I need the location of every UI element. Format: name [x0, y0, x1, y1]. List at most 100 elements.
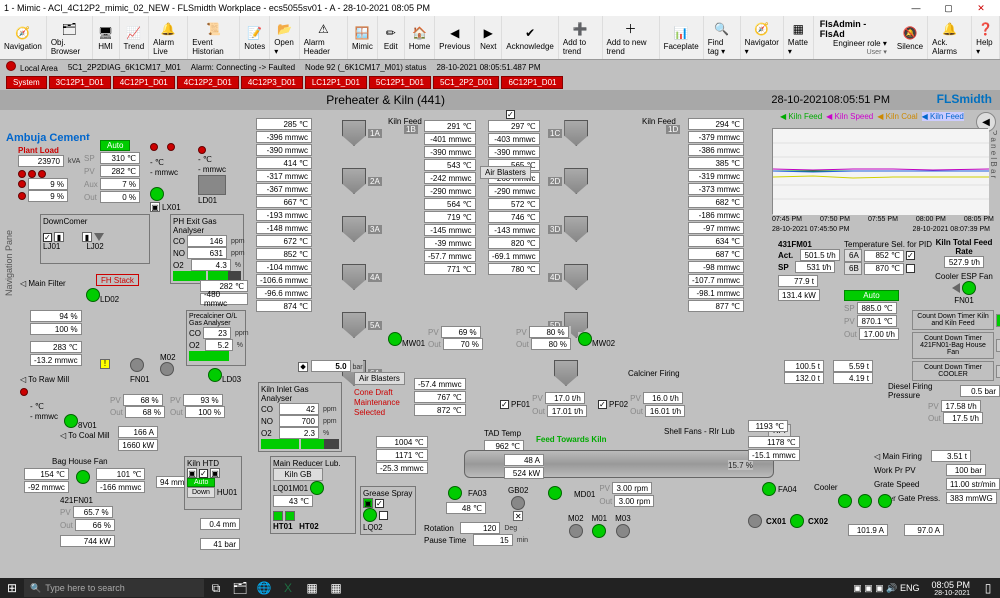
fa03-icon[interactable]: [448, 486, 462, 500]
clock[interactable]: 08:05 PM28-10-2021: [925, 580, 976, 597]
sa-sp[interactable]: 310 ℃: [100, 152, 140, 164]
toolbar-next[interactable]: ▶Next: [475, 16, 502, 59]
to-coal-mill[interactable]: ◁ To Coal Mill: [60, 431, 110, 440]
tab-4c12p3_d01[interactable]: 4C12P3_D01: [241, 76, 303, 89]
toolbar-faceplate[interactable]: 📊Faceplate: [660, 16, 704, 59]
bv01-fan-icon[interactable]: [64, 414, 78, 428]
toolbar-silence[interactable]: 🔕Silence: [893, 16, 928, 59]
toolbar-alarmhdr[interactable]: ⚠Alarm Header: [300, 16, 348, 59]
toolbar-ack[interactable]: ✔Acknowledge: [502, 16, 559, 59]
toolbar-hmi[interactable]: 🖥HMI: [93, 16, 120, 59]
tab-lc12p1_d01[interactable]: LC12P1_D01: [305, 76, 367, 89]
pid-6a[interactable]: 6A: [844, 249, 862, 262]
toolbar-ackalm[interactable]: 🔔Ack. Alarms: [928, 16, 972, 59]
mw01-icon[interactable]: [388, 332, 402, 346]
app-icon[interactable]: ▦: [300, 581, 324, 595]
task-view-icon[interactable]: ⧉: [204, 581, 228, 596]
toolbar-trend[interactable]: 📈Trend: [120, 16, 150, 59]
alarm-node: Node 92 (_6K1CM17_M01) status: [305, 63, 426, 72]
mw02-icon[interactable]: [578, 332, 592, 346]
trend-graph[interactable]: [772, 128, 988, 214]
toolbar-nav2[interactable]: 🧭Navigator ▾: [741, 16, 784, 59]
toolbar-alarmlive[interactable]: 🔔Alarm Live: [149, 16, 188, 59]
tab-5c1_2p2_d01[interactable]: 5C1_2P2_D01: [433, 76, 499, 89]
toolbar-mimic[interactable]: 🪟Mimic: [348, 16, 378, 59]
faceplate-icon: 📊: [672, 24, 690, 42]
toolbar-notes[interactable]: 📝Notes: [240, 16, 270, 59]
m02-icon[interactable]: [160, 362, 174, 376]
start-button[interactable]: ⊞: [0, 581, 24, 595]
sa-pv: 282 ℃: [100, 165, 140, 177]
esp-auto[interactable]: Auto: [844, 290, 899, 301]
toolbar-findtag[interactable]: 🔍Find tag ▾: [704, 16, 741, 59]
cdt-cooler-btn[interactable]: C: [996, 365, 1000, 378]
edge-icon[interactable]: 🌐: [252, 581, 276, 595]
window-controls: — ▢ ✕: [901, 3, 996, 14]
user-sub[interactable]: User ▾: [867, 48, 887, 56]
main-filter-label[interactable]: ◁ Main Filter: [20, 279, 66, 288]
excel-icon[interactable]: X: [276, 581, 300, 595]
edit-icon: ✏: [382, 24, 400, 42]
kiln-top-check[interactable]: [506, 110, 515, 119]
fh-stack[interactable]: FH Stack: [101, 276, 134, 285]
lx01-box[interactable]: ▣: [150, 202, 160, 212]
htd-down[interactable]: Down: [187, 487, 215, 498]
to-raw-mill[interactable]: ◁ To Raw Mill: [20, 375, 69, 384]
toolbar-obj[interactable]: 🗂Obj. Browser: [47, 16, 93, 59]
window-title: 1 - Mimic - ACl_4C12P2_mimic_02_NEW - FL…: [4, 3, 430, 13]
chk-lj01[interactable]: [43, 233, 52, 242]
close-button[interactable]: ✕: [966, 3, 996, 14]
tab-system[interactable]: System: [6, 76, 47, 89]
tray-icons[interactable]: ▣ ▣ ▣ 🔊 ENG: [847, 583, 925, 594]
addnew-icon: ＋: [622, 20, 640, 38]
ack-icon: ✔: [521, 24, 539, 42]
ld02-fan-icon[interactable]: [86, 288, 100, 302]
kiln-fill-pct: 15.7 %: [728, 461, 753, 470]
toolbar-eventhist[interactable]: 📜Event Historian: [188, 16, 240, 59]
maximize-button[interactable]: ▢: [933, 3, 963, 14]
pid-6b[interactable]: 6B: [844, 262, 862, 275]
minimize-button[interactable]: —: [901, 3, 931, 13]
alarm-header: Local Area 5C1_2P2DIAG_6K1CM17_M01 Alarm…: [0, 60, 1000, 74]
air-blasters-btn2[interactable]: Air Blasters: [354, 372, 405, 385]
warn-icon[interactable]: !: [100, 359, 110, 369]
toolbar-home[interactable]: 🏠Home: [405, 16, 435, 59]
user-role[interactable]: Engineer role ▾: [833, 39, 887, 48]
taskbar-search[interactable]: 🔍 Type here to search: [24, 579, 204, 597]
app2-icon[interactable]: ▦: [324, 581, 348, 595]
string-a-auto[interactable]: Auto: [100, 140, 130, 151]
toolbar-prev[interactable]: ◀Previous: [435, 16, 475, 59]
toolbar-addtrend[interactable]: ➕Add to trend: [559, 16, 603, 59]
air-blasters-btn[interactable]: Air Blasters: [480, 166, 531, 179]
tab-6c12p1_d01[interactable]: 6C12P1_D01: [501, 76, 563, 89]
main-toolbar: 🧭Navigation🗂Obj. Browser🖥HMI📈Trend🔔Alarm…: [0, 16, 1000, 60]
user-box[interactable]: FlsAdmin - FlsAd Engineer role ▾ User ▾: [814, 16, 893, 59]
cyclone-2a: [342, 168, 366, 194]
toolbar-addnew[interactable]: ＋Add to new trend: [603, 16, 660, 59]
nav-icon: 🧭: [14, 24, 32, 42]
fn01-icon[interactable]: [130, 358, 144, 372]
cdt-bhf-btn[interactable]: C: [996, 339, 1000, 352]
feed-ctl-title: 431FM01: [778, 240, 840, 249]
tab-5c12p1_d01[interactable]: 5C12P1_D01: [369, 76, 431, 89]
kiln-gb-btn[interactable]: Kiln GB: [273, 468, 323, 481]
toolbar-edit[interactable]: ✏Edit: [378, 16, 405, 59]
toolbar-nav[interactable]: 🧭Navigation: [0, 16, 47, 59]
hmi-icon: 🖥: [97, 24, 115, 42]
notes-icon: 📝: [246, 24, 264, 42]
tab-3c12p1_d01[interactable]: 3C12P1_D01: [49, 76, 111, 89]
tab-4c12p1_d01[interactable]: 4C12P1_D01: [113, 76, 175, 89]
ld03-fan-icon[interactable]: [208, 368, 222, 382]
toolbar-open[interactable]: 📂Open ▾: [270, 16, 300, 59]
m-green-icon[interactable]: [548, 486, 562, 500]
tab-4c12p2_d01[interactable]: 4C12P2_D01: [177, 76, 239, 89]
baghouse-fan-icon[interactable]: [76, 470, 90, 484]
explorer-icon[interactable]: 🗂: [228, 581, 252, 595]
main-firing[interactable]: ◁ Main Firing: [874, 452, 922, 461]
show-desktop[interactable]: ▯: [976, 581, 1000, 595]
toolbar-matte[interactable]: ▦Matte ▾: [784, 16, 814, 59]
gb02-icon[interactable]: [511, 496, 525, 510]
toolbar-help[interactable]: ❓Help ▾: [972, 16, 1000, 59]
fan-icon[interactable]: [150, 187, 164, 201]
cdt-kiln-btn[interactable]: C: [996, 314, 1000, 327]
